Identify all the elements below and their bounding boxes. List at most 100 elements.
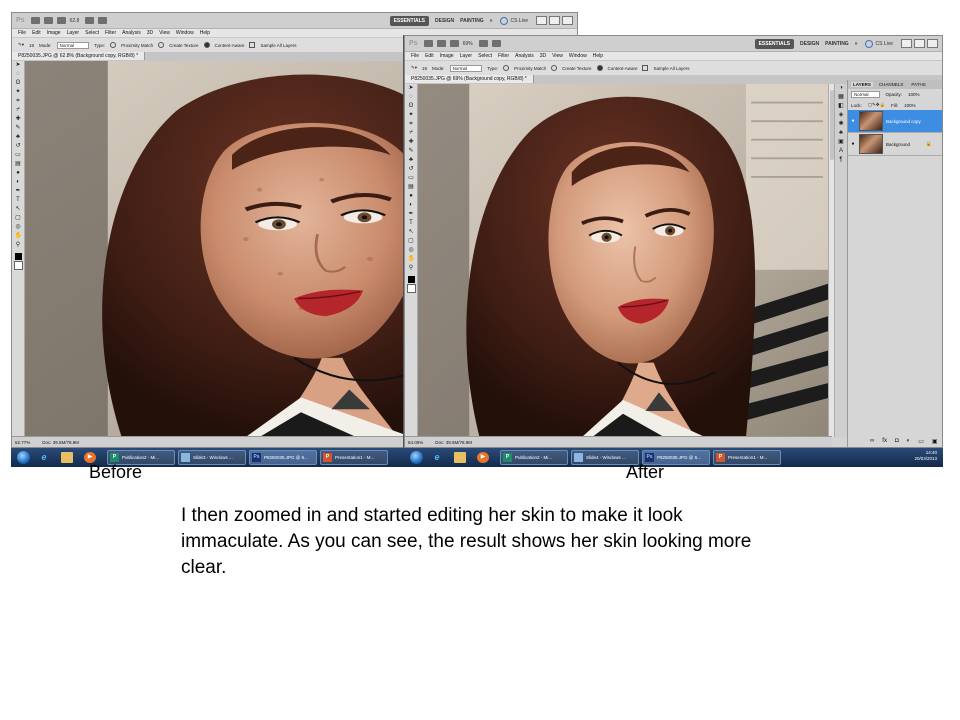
mode-select[interactable]: Normal <box>56 41 90 49</box>
canvas-after[interactable] <box>418 84 828 437</box>
3d-tool-icon[interactable]: ◎ <box>15 224 22 231</box>
workspace-design[interactable]: DESIGN <box>435 18 454 24</box>
layer-row[interactable]: ● Background 🔒 <box>848 133 942 156</box>
dodge-tool-icon[interactable]: ◐ <box>15 179 22 186</box>
eraser-tool-icon[interactable]: ▭ <box>15 152 22 159</box>
menu-file[interactable]: File <box>411 53 419 59</box>
zoom-level[interactable]: 69% <box>463 41 473 47</box>
status-zoom[interactable]: 64.05% <box>408 440 423 445</box>
blur-tool-icon[interactable]: ● <box>15 170 22 177</box>
internet-explorer-icon[interactable]: e <box>431 452 443 463</box>
brush-tool-icon[interactable]: ✎▾ <box>18 42 24 48</box>
menu-edit[interactable]: Edit <box>425 53 434 59</box>
menu-layer[interactable]: Layer <box>67 30 80 36</box>
menu-view[interactable]: View <box>552 53 563 59</box>
eyedropper-tool-icon[interactable]: ⌿ <box>15 107 22 114</box>
hand-tool-icon[interactable]: ✋ <box>15 233 22 240</box>
lasso-tool-icon[interactable]: ʘ <box>15 80 22 87</box>
paragraph-panel-icon[interactable]: ¶ <box>838 157 845 164</box>
lock-icon[interactable]: ▢✎✥🔒 <box>868 102 885 108</box>
brush-tool-icon[interactable]: ✎ <box>408 148 415 155</box>
path-tool-icon[interactable]: ↖ <box>15 206 22 213</box>
menu-filter[interactable]: Filter <box>105 30 116 36</box>
hand-tool-icon[interactable]: ✋ <box>408 256 415 263</box>
foreground-color-swatch[interactable] <box>407 276 415 283</box>
workspace-essentials[interactable]: ESSENTIALS <box>389 15 429 26</box>
bridge-icon[interactable] <box>30 17 40 24</box>
taskbar-powerpoint-button[interactable]: P Presentation1 - M... <box>713 450 781 465</box>
background-color-swatch[interactable] <box>13 261 23 270</box>
extras-icon[interactable] <box>449 40 459 47</box>
menu-file[interactable]: File <box>18 30 26 36</box>
proximity-radio[interactable] <box>110 42 117 48</box>
maximize-button[interactable] <box>914 39 925 48</box>
brush-tool-icon[interactable]: ✎ <box>15 125 22 132</box>
healing-tool-icon[interactable]: ✚ <box>15 116 22 123</box>
texture-radio[interactable] <box>158 42 165 48</box>
menu-3d[interactable]: 3D <box>147 30 153 36</box>
menu-image[interactable]: Image <box>440 53 454 59</box>
eye-icon[interactable]: ● <box>850 118 856 124</box>
tab-layers[interactable]: LAYERS <box>851 82 873 87</box>
menu-edit[interactable]: Edit <box>32 30 41 36</box>
menu-window[interactable]: Window <box>569 53 587 59</box>
gradient-tool-icon[interactable]: ▤ <box>408 184 415 191</box>
shape-tool-icon[interactable]: ▢ <box>15 215 22 222</box>
history-panel-icon[interactable]: ▣ <box>838 139 845 146</box>
workspace-more[interactable]: » <box>490 18 493 24</box>
dodge-tool-icon[interactable]: ◐ <box>408 202 415 209</box>
sample-all-checkbox[interactable] <box>642 65 649 71</box>
menu-analysis[interactable]: Analysis <box>122 30 141 36</box>
menu-layer[interactable]: Layer <box>460 53 473 59</box>
wand-tool-icon[interactable]: ✦ <box>15 89 22 96</box>
sample-all-checkbox[interactable] <box>249 42 256 48</box>
internet-explorer-icon[interactable]: e <box>38 452 50 463</box>
adjustments-panel-icon[interactable]: ◧ <box>838 103 845 110</box>
brush-tool-icon[interactable]: ✎▾ <box>411 65 417 71</box>
menu-select[interactable]: Select <box>85 30 99 36</box>
proximity-radio[interactable] <box>503 65 510 71</box>
content-aware-radio[interactable] <box>203 42 210 48</box>
cs-live-button[interactable]: CS Live <box>865 39 893 48</box>
clone-panel-icon[interactable]: ♣ <box>838 130 845 137</box>
stamp-tool-icon[interactable]: ♣ <box>15 134 22 141</box>
menu-window[interactable]: Window <box>176 30 194 36</box>
taskbar-powerpoint-button[interactable]: P Presentation1 - M... <box>320 450 388 465</box>
blur-tool-icon[interactable]: ● <box>408 193 415 200</box>
bridge-icon[interactable] <box>423 40 433 47</box>
menu-help[interactable]: Help <box>593 53 603 59</box>
texture-radio[interactable] <box>551 65 558 71</box>
mask-icon[interactable]: ◘ <box>895 438 899 445</box>
menu-view[interactable]: View <box>159 30 170 36</box>
styles-panel-icon[interactable]: ◈ <box>838 112 845 119</box>
menu-select[interactable]: Select <box>478 53 492 59</box>
media-player-icon[interactable]: ▶ <box>477 452 489 463</box>
minibridge-icon[interactable] <box>436 40 446 47</box>
path-tool-icon[interactable]: ↖ <box>408 229 415 236</box>
taskbar-slide-button[interactable]: Slide3 - Windows ... <box>178 450 246 465</box>
workspace-painting[interactable]: PAINTING <box>460 18 484 24</box>
minimize-button[interactable] <box>536 16 547 25</box>
zoom-tool-icon[interactable]: ⚲ <box>408 265 415 272</box>
start-button[interactable] <box>17 451 30 464</box>
shape-tool-icon[interactable]: ▢ <box>408 238 415 245</box>
history-tool-icon[interactable]: ↺ <box>408 166 415 173</box>
close-button[interactable] <box>562 16 573 25</box>
system-clock[interactable]: 14:40 20/03/2013 <box>914 450 937 462</box>
minimize-button[interactable] <box>901 39 912 48</box>
type-tool-icon[interactable]: T <box>15 197 22 204</box>
arrange-icon[interactable] <box>491 40 501 47</box>
swatches-panel-icon[interactable]: ▦ <box>838 94 845 101</box>
healing-tool-icon[interactable]: ✚ <box>408 139 415 146</box>
brush-size[interactable]: 19 <box>422 66 427 71</box>
taskbar-photoshop-button[interactable]: Ps P8250035.JPG @ 6... <box>249 450 317 465</box>
pen-tool-icon[interactable]: ✒ <box>15 188 22 195</box>
start-button[interactable] <box>410 451 423 464</box>
tab-paths[interactable]: PATHS <box>909 82 927 87</box>
opacity-value[interactable]: 100% <box>908 92 920 97</box>
document-tab[interactable]: P8250035.JPG @ 62.8% (Background copy, R… <box>12 52 146 60</box>
workspace-painting[interactable]: PAINTING <box>825 41 849 47</box>
folder-icon[interactable] <box>61 452 73 463</box>
mode-select[interactable]: Normal <box>449 64 483 72</box>
lasso-tool-icon[interactable]: ʘ <box>408 103 415 110</box>
